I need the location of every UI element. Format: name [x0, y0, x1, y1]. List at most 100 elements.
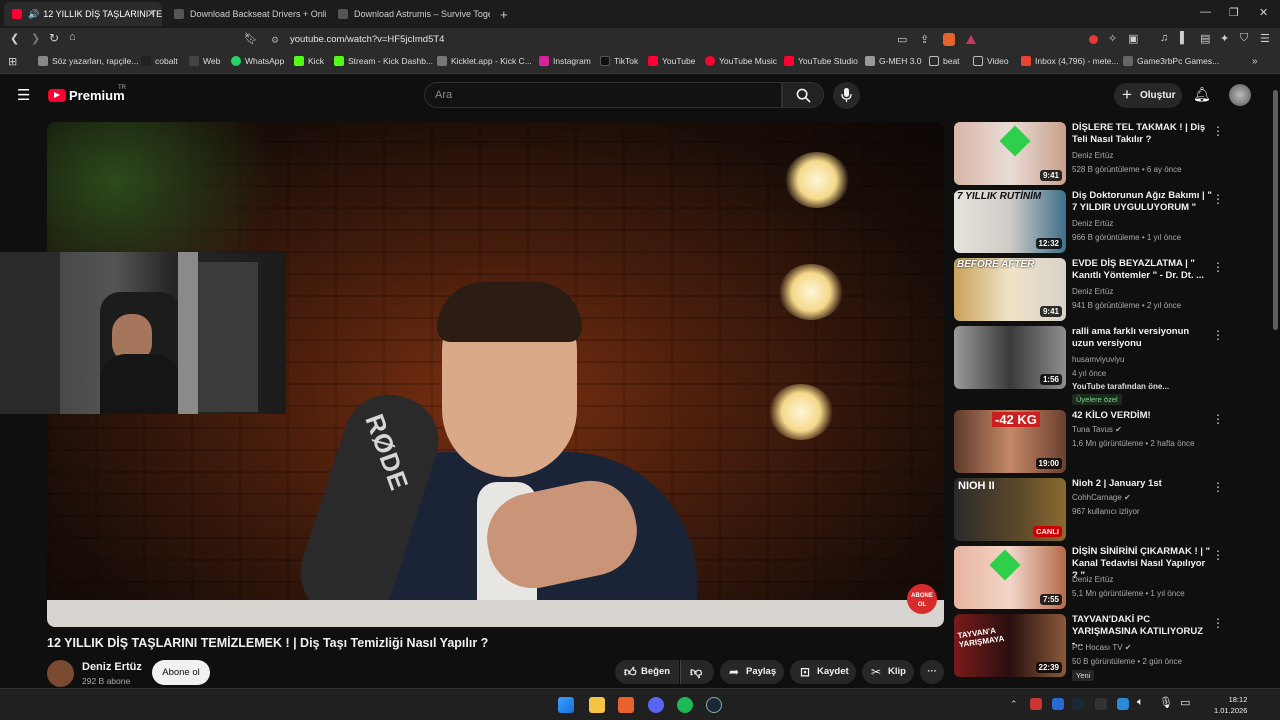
- bookmark-kicklet[interactable]: Kicklet.app - Kick C...: [437, 56, 532, 66]
- brave-browser-icon[interactable]: [618, 697, 634, 713]
- video-thumbnail[interactable]: 7 YILLIK RUTİNİM 12:32: [954, 190, 1066, 253]
- restore-icon[interactable]: ❐: [1229, 6, 1239, 19]
- bookmark-kick[interactable]: Kick: [294, 56, 324, 66]
- video-thumbnail[interactable]: 9:41: [954, 122, 1066, 185]
- forward-icon[interactable]: ❯: [31, 32, 40, 45]
- search-input[interactable]: Ara: [424, 82, 782, 108]
- channel-name[interactable]: Deniz Ertüz: [82, 661, 142, 673]
- media-icon[interactable]: ♫: [1160, 32, 1168, 44]
- related-video[interactable]: 7 YILLIK RUTİNİM 12:32 Diş Doktorunun Ağ…: [954, 190, 1254, 254]
- menu-icon[interactable]: ☰: [1260, 32, 1270, 45]
- related-video[interactable]: 7:55 DİŞİN SİNİRİNİ ÇIKARMAK ! | " Kanal…: [954, 546, 1254, 610]
- tab-youtube-video[interactable]: 🔊 12 YILLIK DİŞ TAŞLARINI TEMİ ✕: [4, 2, 162, 26]
- wallet-icon[interactable]: ▤: [1200, 32, 1210, 45]
- brave-shield-icon[interactable]: [943, 33, 955, 46]
- video-thumbnail[interactable]: 7:55: [954, 546, 1066, 609]
- video-thumbnail[interactable]: -42 KG 19:00: [954, 410, 1066, 473]
- related-video[interactable]: TAYVAN'A YARIŞMAYA 22:39 TAYVAN'DAKİ PC …: [954, 614, 1254, 684]
- clip-button[interactable]: ✂ Klip: [862, 660, 914, 684]
- bookmark-youtube-studio[interactable]: YouTube Studio: [784, 56, 858, 66]
- bookmark-game3rb[interactable]: Game3rbPc Games...: [1123, 56, 1219, 66]
- bookmark-youtube-music[interactable]: YouTube Music: [705, 56, 777, 66]
- bookmark-web[interactable]: Web: [189, 56, 220, 66]
- video-options-icon[interactable]: ⋮: [1212, 260, 1224, 274]
- subscribe-button[interactable]: Abone ol: [152, 660, 210, 685]
- tab-backseat-drivers[interactable]: Download Backseat Drivers + Online: [166, 2, 326, 26]
- windows-start-icon[interactable]: [558, 697, 574, 713]
- spotify-icon[interactable]: [677, 697, 693, 713]
- video-options-icon[interactable]: ⋮: [1212, 616, 1224, 630]
- back-icon[interactable]: ❮: [10, 32, 19, 45]
- minimize-icon[interactable]: —: [1200, 6, 1211, 18]
- bookmark-cobalt[interactable]: cobalt: [141, 56, 178, 66]
- video-thumbnail[interactable]: TAYVAN'A YARIŞMAYA 22:39: [954, 614, 1066, 677]
- account-avatar[interactable]: [1229, 84, 1251, 106]
- home-icon[interactable]: ⌂: [69, 31, 76, 43]
- brave-rewards-icon[interactable]: [966, 35, 976, 44]
- sidebar-toggle-icon[interactable]: ▌: [1180, 32, 1188, 44]
- apps-grid-icon[interactable]: ⊞: [8, 55, 17, 68]
- close-tab-icon[interactable]: ✕: [147, 7, 156, 20]
- discord-icon[interactable]: [648, 697, 664, 713]
- save-button[interactable]: ⊡ Kaydet: [790, 660, 856, 684]
- tray-app-icon[interactable]: [1030, 698, 1042, 710]
- like-button[interactable]: 👍︎ Beğen: [615, 660, 679, 684]
- screenshot-icon[interactable]: ▣: [1128, 32, 1138, 45]
- steam-tray-icon[interactable]: [1072, 698, 1084, 710]
- dislike-button[interactable]: 👎︎: [680, 660, 714, 684]
- bookmark-youtube[interactable]: YouTube: [648, 56, 695, 66]
- nvidia-icon[interactable]: [1095, 698, 1107, 710]
- video-options-icon[interactable]: ⋮: [1212, 412, 1224, 426]
- extensions-icon[interactable]: ✧: [1108, 32, 1117, 45]
- bookmark-instagram[interactable]: Instagram: [539, 56, 591, 66]
- video-options-icon[interactable]: ⋮: [1212, 124, 1224, 138]
- display-icon[interactable]: ▭: [1180, 696, 1190, 709]
- related-video[interactable]: NIOH II CANLI Nioh 2 | January 1st CohhC…: [954, 478, 1254, 542]
- bookmark-kick-dashboard[interactable]: Stream - Kick Dashb...: [334, 56, 433, 66]
- site-info-icon[interactable]: ⚙︎: [271, 31, 279, 49]
- channel-avatar[interactable]: [47, 660, 74, 687]
- file-explorer-icon[interactable]: [589, 697, 605, 713]
- related-video[interactable]: 1:56 ralli ama farklı versiyonun uzun ve…: [954, 326, 1254, 408]
- related-video[interactable]: BEFORE AFTER 9:41 EVDE DİŞ BEYAZLATMA | …: [954, 258, 1254, 322]
- bookmark-folder-beat[interactable]: beat: [929, 56, 960, 66]
- reload-icon[interactable]: ↻: [49, 31, 59, 45]
- more-actions-button[interactable]: ···: [920, 660, 944, 684]
- notifications-bell-icon[interactable]: 🔔︎: [1193, 86, 1211, 103]
- new-tab-button[interactable]: +: [500, 7, 508, 22]
- voice-search-button[interactable]: [833, 82, 860, 109]
- share-icon[interactable]: ⇪: [920, 33, 929, 46]
- video-options-icon[interactable]: ⋮: [1212, 192, 1224, 206]
- video-options-icon[interactable]: ⋮: [1212, 548, 1224, 562]
- video-thumbnail[interactable]: BEFORE AFTER 9:41: [954, 258, 1066, 321]
- subscribe-watermark[interactable]: ABONE OL: [907, 584, 937, 614]
- record-extension-icon[interactable]: [1089, 35, 1098, 44]
- window-close-icon[interactable]: ✕: [1259, 6, 1268, 19]
- hamburger-menu-icon[interactable]: ☰: [17, 86, 30, 104]
- related-video[interactable]: -42 KG 19:00 42 KİLO VERDİM! Tuna Tavus …: [954, 410, 1254, 474]
- create-button[interactable]: + Oluştur: [1114, 83, 1182, 108]
- share-button[interactable]: ➦ Paylaş: [720, 660, 784, 684]
- tray-expand-icon[interactable]: ⌃: [1010, 699, 1018, 710]
- related-video[interactable]: 9:41 DİŞLERE TEL TAKMAK ! | Diş Teli Nas…: [954, 122, 1254, 186]
- video-options-icon[interactable]: ⋮: [1212, 328, 1224, 342]
- video-thumbnail[interactable]: 1:56: [954, 326, 1066, 389]
- bookmark-folder-video[interactable]: Video: [973, 56, 1009, 66]
- more-bookmarks-button[interactable]: »: [1252, 56, 1258, 67]
- microphone-tray-icon[interactable]: 🎙︎: [1159, 696, 1173, 709]
- bluetooth-icon[interactable]: [1052, 698, 1064, 710]
- video-options-icon[interactable]: ⋮: [1212, 480, 1224, 494]
- url-field[interactable]: ⚙︎ youtube.com/watch?v=HF5jcImd5T4: [268, 31, 948, 49]
- tab-astrumis[interactable]: Download Astrumis – Survive Togeth: [330, 2, 490, 26]
- volume-icon[interactable]: 🔈︎: [1137, 696, 1144, 709]
- cast-icon[interactable]: ▭: [897, 33, 907, 46]
- page-scrollbar[interactable]: [1270, 74, 1280, 688]
- search-button[interactable]: [782, 82, 824, 108]
- leo-ai-icon[interactable]: ✦: [1220, 32, 1229, 45]
- scrollbar-thumb[interactable]: [1273, 90, 1278, 330]
- video-thumbnail[interactable]: NIOH II CANLI: [954, 478, 1066, 541]
- bookmark-gmail-inbox[interactable]: Inbox (4,796) - mete...: [1021, 56, 1119, 66]
- network-icon[interactable]: [1117, 698, 1129, 710]
- bookmark-whatsapp[interactable]: WhatsApp: [231, 56, 284, 66]
- bookmark-icon[interactable]: 🔖︎: [244, 32, 258, 45]
